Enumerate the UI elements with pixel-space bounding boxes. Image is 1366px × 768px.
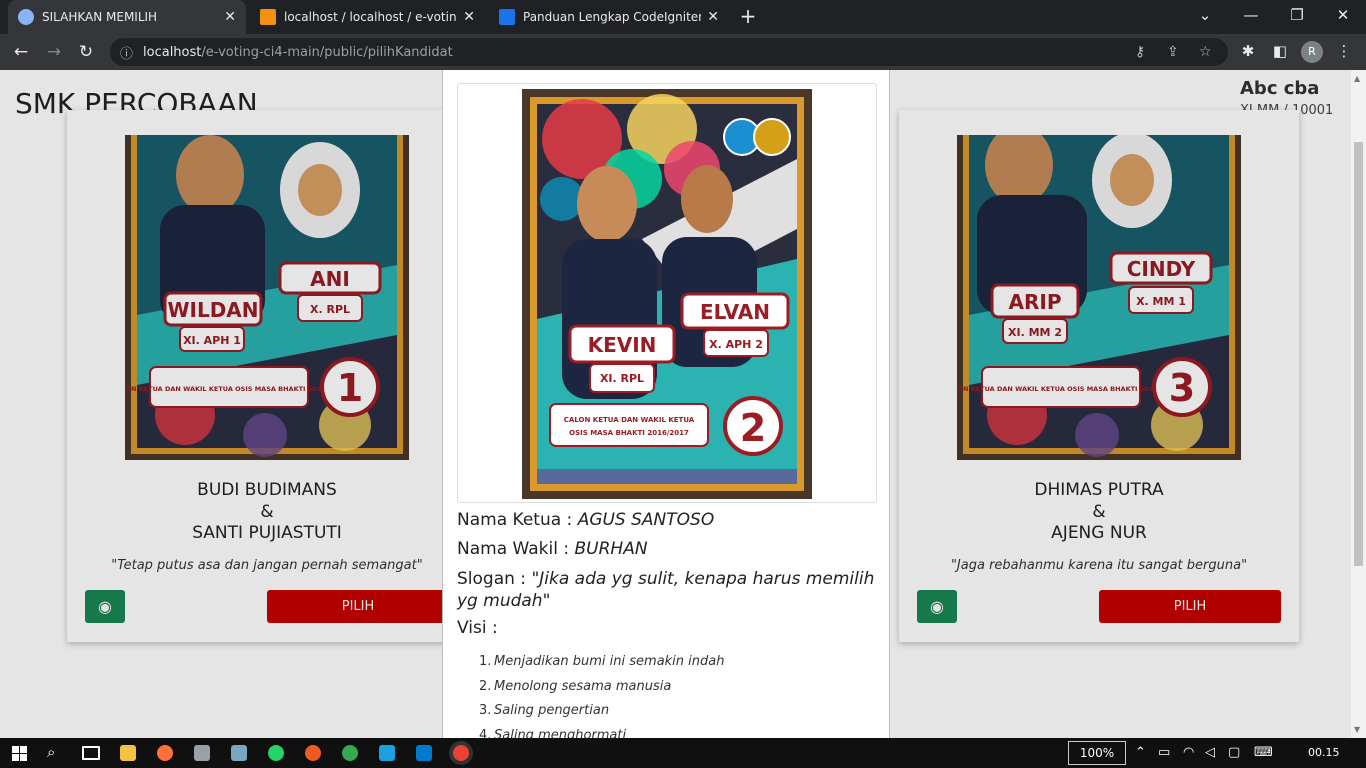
visi-list: 1. Menjadikan bumi ini semakin indah 2. Me… [479,650,724,738]
wifi-icon[interactable]: ◠ [1183,745,1194,760]
slogan-detail: Slogan : "Jika ada yg sulit, kenapa haru… [457,569,875,611]
file-explorer-icon[interactable] [120,745,136,761]
battery-icon[interactable]: ▭ [1158,745,1170,760]
candidate-detail-modal: ELVAN X. APH 2 KEVIN XI. RPL CALON KETUA… [442,70,890,738]
scroll-down-arrow-icon[interactable]: ▼ [1354,725,1360,734]
zoom-indicator[interactable]: 100% [1068,741,1126,765]
url-path: /e-voting-ci4-main/public/pilihKandidat [201,44,453,60]
browser-toolbar: ← → ↻ ⓘ localhost/e-voting-ci4-main/publ… [0,34,1366,70]
visi-text: Saling pengertian [494,703,610,718]
clock[interactable]: 00.15 [1308,746,1340,759]
poster-name1: KEVIN [588,333,657,357]
wakil-detail: Nama Wakil : BURHAN [457,539,648,559]
whatsapp-icon[interactable] [268,745,284,761]
search-icon[interactable]: ⌕ [47,743,63,761]
minimize-button[interactable]: — [1238,6,1264,24]
extensions-icon[interactable]: ✱ [1238,42,1258,60]
windows-start-icon[interactable] [12,746,27,761]
visi-item: 1. Menjadikan bumi ini semakin indah [479,654,725,669]
visi-text: Menjadikan bumi ini semakin indah [494,654,725,669]
vscode-icon[interactable] [416,745,432,761]
scroll-up-arrow-icon[interactable]: ▲ [1354,74,1360,83]
tab-title: Panduan Lengkap CodeIgniter 4 [523,10,702,24]
close-tab-icon[interactable]: ✕ [707,9,719,25]
scrollbar-thumb[interactable] [1354,142,1363,566]
chrome-active-icon[interactable] [453,745,469,761]
app-icon[interactable] [231,745,247,761]
share-icon[interactable]: ⇪ [1167,44,1179,60]
tab-title: SILAHKAN MEMILIH [42,10,158,24]
profile-avatar[interactable]: R [1301,41,1323,63]
tab-panduan-codeigniter[interactable]: Panduan Lengkap CodeIgniter 4 ✕ [489,0,729,34]
candidate-photo-frame: ELVAN X. APH 2 KEVIN XI. RPL CALON KETUA… [457,83,877,503]
poster-number: 2 [740,406,766,450]
chevron-up-icon[interactable]: ⌃ [1135,745,1146,760]
site-icon [499,9,515,25]
reload-button[interactable]: ↻ [75,41,97,63]
wakil-value: BURHAN [574,539,648,559]
firefox-icon[interactable] [157,745,173,761]
forward-button[interactable]: → [43,41,65,63]
poster-class1: XI. RPL [600,372,644,385]
close-window-button[interactable]: ✕ [1330,6,1356,24]
poster-caption-line1: CALON KETUA DAN WAKIL KETUA [564,416,695,424]
visi-text: Saling menghormati [494,727,627,739]
menu-icon[interactable]: ⋮ [1334,42,1354,60]
keyboard-icon[interactable]: ⌨ [1254,745,1273,760]
address-bar[interactable]: ⓘ localhost/e-voting-ci4-main/public/pil… [110,38,1228,66]
wakil-label: Nama Wakil [457,539,558,559]
app-icon[interactable] [194,745,210,761]
poster-class2: X. APH 2 [709,338,763,351]
chrome-icon[interactable] [342,745,358,761]
windows-taskbar: ⌕ 100% ⌃ ▭ ◠ ◁ ▢ ⌨ 00.15 [0,738,1366,768]
globe-icon [18,9,34,25]
info-icon[interactable]: ⓘ [120,43,133,62]
candidate-poster-2: ELVAN X. APH 2 KEVIN XI. RPL CALON KETUA… [522,89,812,499]
task-view-icon[interactable] [82,746,100,760]
visi-label: Visi : [457,618,498,638]
visi-item: 2. Menolong sesama manusia [479,678,672,694]
visi-text: Menolong sesama manusia [494,678,672,694]
page-viewport: SMK PERCOBAAN Abc cba XI MM / 10001 WILD… [0,70,1351,738]
close-tab-icon[interactable]: ✕ [463,9,475,25]
side-panel-icon[interactable]: ◧ [1270,42,1290,60]
visi-item: 3. Saling pengertian [479,703,610,718]
url-host: localhost [143,44,202,60]
close-tab-icon[interactable]: ✕ [224,9,236,25]
volume-icon[interactable]: ◁ [1205,745,1215,760]
key-icon[interactable]: ⚷ [1135,44,1145,60]
bookmark-star-icon[interactable]: ☆ [1199,44,1212,60]
ketua-value: AGUS SANTOSO [577,510,715,530]
slogan-value: "Jika ada yg sulit, kenapa harus memilih… [457,569,875,611]
restore-button[interactable]: ❐ [1284,6,1310,24]
poster-name2: ELVAN [700,300,770,324]
browser-tab-bar: SILAHKAN MEMILIH ✕ localhost / localhost… [0,0,1366,34]
ketua-detail: Nama Ketua : AGUS SANTOSO [457,510,715,530]
new-tab-button[interactable]: + [737,6,759,28]
tab-phpmyadmin[interactable]: localhost / localhost / e-voting-ci ✕ [250,0,485,34]
back-button[interactable]: ← [10,41,32,63]
page-scrollbar[interactable]: ▲ ▼ [1351,70,1366,738]
osis-logo-icon [753,118,791,156]
postman-icon[interactable] [305,745,321,761]
visi-item: 4. Saling menghormati [479,724,724,739]
notification-icon[interactable]: ▢ [1228,745,1240,760]
tab-title: localhost / localhost / e-voting-ci [284,10,457,24]
tab-search-icon[interactable]: ⌄ [1192,6,1218,24]
app-icon[interactable] [379,745,395,761]
tab-silahkan-memilih[interactable]: SILAHKAN MEMILIH ✕ [8,0,246,34]
ketua-label: Nama Ketua [457,510,562,530]
slogan-label: Slogan [457,569,515,589]
poster-caption-line2: OSIS MASA BHAKTI 2016/2017 [569,429,689,437]
phpmyadmin-icon [260,9,276,25]
